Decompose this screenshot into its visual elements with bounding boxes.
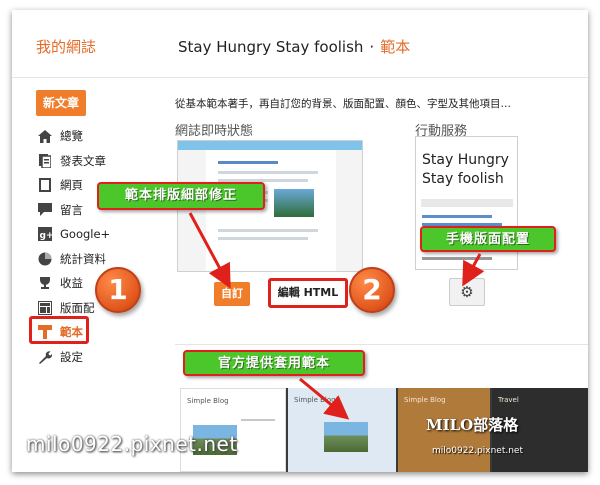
template-label: Travel [498, 396, 519, 404]
mobile-line [422, 215, 492, 218]
thumbnail-line [218, 237, 308, 240]
mobile-date-bar [421, 199, 513, 207]
sidebar-item-label: 發表文章 [60, 153, 106, 168]
layout-icon [37, 300, 53, 316]
google-plus-icon: g+ [37, 226, 53, 242]
sidebar-item-settings[interactable]: 設定 [32, 345, 162, 370]
watermark-logo: MILO部落格 [426, 416, 519, 434]
callout-official-templates: 官方提供套用範本 [183, 350, 365, 376]
live-blog-heading: 網誌即時狀態 [175, 124, 254, 139]
mobile-preview-title: Stay Hungry Stay foolish [422, 152, 509, 187]
section-divider [175, 344, 588, 345]
posts-icon [37, 153, 53, 169]
my-blogs-link[interactable]: 我的網誌 [36, 36, 96, 57]
page-title: Stay Hungry Stay foolish · 範本 [178, 36, 410, 57]
sidebar-item-google-plus[interactable]: g+ Google+ [32, 222, 162, 247]
sidebar-item-label: 留言 [60, 202, 83, 217]
callout-mobile-layout: 手機版面配置 [420, 226, 556, 252]
thumbnail-header-bar [178, 141, 362, 150]
template-highlight-box [29, 316, 89, 344]
customize-button[interactable]: 自訂 [214, 282, 250, 306]
sidebar-item-label: 設定 [60, 349, 83, 364]
earnings-icon [37, 275, 53, 291]
edit-html-label: 編輯 HTML [277, 286, 339, 299]
edit-html-button[interactable]: 編輯 HTML [268, 278, 348, 308]
template-line [241, 419, 275, 421]
template-label: Simple Blog [187, 397, 229, 405]
thumbnail-line [218, 161, 278, 164]
step-number-1: 1 [95, 267, 141, 313]
sidebar-item-overview[interactable]: 總覽 [32, 124, 162, 149]
mobile-line [422, 257, 492, 260]
sidebar-item-label: 統計資料 [60, 251, 106, 266]
sidebar-item-stats[interactable]: 統計資料 [32, 247, 162, 272]
watermark-logo-sub: milo0922.pixnet.net [432, 446, 523, 456]
template-card[interactable]: Simple Blog [180, 388, 286, 472]
gear-icon: ⚙ [460, 283, 474, 301]
template-preview-image [324, 422, 368, 452]
sidebar-item-label: 版面配 [60, 300, 95, 315]
sidebar-item-label: 總覽 [60, 129, 83, 144]
thumbnail-line [218, 229, 318, 232]
home-icon [37, 128, 53, 144]
thumbnail-image [274, 189, 314, 217]
template-label: Simple Blog [294, 396, 336, 404]
comment-icon [37, 202, 53, 218]
intro-text: 從基本範本著手，再自訂您的背景、版面配置、顏色、字型及其他項目… [175, 98, 511, 110]
sidebar-item-label: 收益 [60, 276, 83, 291]
wrench-icon [37, 349, 53, 365]
template-gallery: Simple Blog Simple Blog Simple Blog Trav… [180, 388, 588, 472]
new-post-button[interactable]: 新文章 [36, 90, 86, 116]
thumbnail-page [206, 150, 336, 271]
pages-icon [37, 177, 53, 193]
blog-title: Stay Hungry Stay foolish [178, 38, 364, 56]
mobile-settings-button[interactable]: ⚙ [449, 278, 485, 306]
svg-text:g+: g+ [40, 231, 53, 241]
sidebar-item-label: 網頁 [60, 178, 83, 193]
header: 我的網誌 Stay Hungry Stay foolish · 範本 [12, 10, 588, 78]
stats-icon [37, 251, 53, 267]
sidebar-item-label: Google+ [60, 227, 111, 242]
title-separator: · [369, 38, 375, 56]
callout-template-edit: 範本排版細部修正 [97, 182, 265, 210]
template-card[interactable]: Simple Blog [288, 388, 396, 472]
sidebar-item-posts[interactable]: 發表文章 [32, 149, 162, 174]
watermark-text: milo0922.pixnet.net [26, 432, 238, 456]
thumbnail-line [218, 171, 318, 174]
section-name: 範本 [380, 38, 411, 56]
step-number-2: 2 [349, 267, 395, 313]
template-label: Simple Blog [404, 396, 446, 404]
